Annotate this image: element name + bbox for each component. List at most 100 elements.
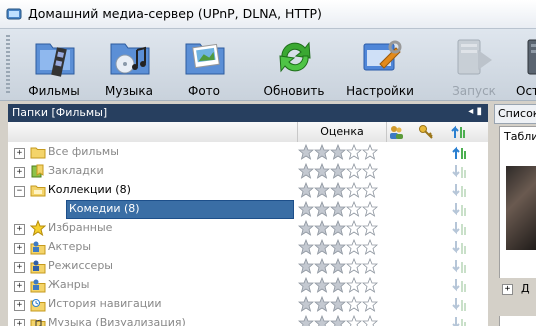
star-icon[interactable]: [330, 277, 346, 293]
sort-arrow-icon[interactable]: [452, 220, 466, 236]
star-icon[interactable]: [298, 201, 314, 217]
list-tab[interactable]: Список: [494, 104, 536, 124]
expand-icon[interactable]: +: [14, 224, 25, 235]
photo-button[interactable]: Фото: [166, 32, 242, 98]
rating-stars[interactable]: [298, 239, 378, 255]
sort-arrow-icon[interactable]: [452, 296, 466, 312]
star-icon[interactable]: [314, 144, 330, 160]
settings-button[interactable]: Настройки: [342, 32, 418, 98]
expand-icon[interactable]: +: [502, 284, 513, 295]
star-icon[interactable]: [346, 182, 362, 198]
toolbar-grip[interactable]: [6, 35, 10, 95]
sort-arrow-icon[interactable]: [452, 315, 466, 326]
tree-row[interactable]: Комедии (8): [8, 200, 488, 219]
star-icon[interactable]: [362, 258, 378, 274]
tree-row[interactable]: + Все фильмы: [8, 143, 488, 162]
sort-arrow-icon[interactable]: [452, 239, 466, 255]
star-icon[interactable]: [298, 277, 314, 293]
refresh-button[interactable]: Обновить: [256, 32, 332, 98]
star-icon[interactable]: [346, 163, 362, 179]
tree-row[interactable]: + Актеры: [8, 238, 488, 257]
star-icon[interactable]: [330, 296, 346, 312]
rating-stars[interactable]: [298, 296, 378, 312]
star-icon[interactable]: [362, 182, 378, 198]
tree-row[interactable]: − Коллекции (8): [8, 181, 488, 200]
sort-arrow-icon[interactable]: [452, 144, 466, 160]
tree-row[interactable]: + Закладки: [8, 162, 488, 181]
star-icon[interactable]: [330, 163, 346, 179]
expand-icon[interactable]: +: [14, 148, 25, 159]
star-icon[interactable]: [330, 220, 346, 236]
tree-row[interactable]: + Музыка (Визуализация): [8, 314, 488, 326]
key-column-icon[interactable]: [418, 124, 434, 140]
sort-column-icon[interactable]: [451, 124, 467, 140]
star-icon[interactable]: [346, 201, 362, 217]
star-icon[interactable]: [346, 239, 362, 255]
start-button[interactable]: Запуск: [436, 32, 512, 98]
tree-row-selection[interactable]: Комедии (8): [66, 200, 294, 219]
star-icon[interactable]: [298, 163, 314, 179]
movies-button[interactable]: Фильмы: [16, 32, 92, 98]
rating-stars[interactable]: [298, 163, 378, 179]
expand-icon[interactable]: +: [14, 300, 25, 311]
star-icon[interactable]: [298, 315, 314, 326]
tree-row[interactable]: + Жанры: [8, 276, 488, 295]
users-column-icon[interactable]: [388, 124, 404, 140]
star-icon[interactable]: [314, 163, 330, 179]
star-icon[interactable]: [362, 239, 378, 255]
star-icon[interactable]: [346, 258, 362, 274]
tree-row[interactable]: + Избранные: [8, 219, 488, 238]
expand-icon[interactable]: +: [14, 243, 25, 254]
tree-row[interactable]: + Режиссеры: [8, 257, 488, 276]
star-icon[interactable]: [362, 315, 378, 326]
star-icon[interactable]: [362, 296, 378, 312]
star-icon[interactable]: [314, 239, 330, 255]
star-icon[interactable]: [346, 144, 362, 160]
expand-icon[interactable]: +: [14, 262, 25, 273]
expand-icon[interactable]: +: [14, 319, 25, 326]
sort-arrow-icon[interactable]: [452, 182, 466, 198]
expand-icon[interactable]: +: [14, 167, 25, 178]
rating-stars[interactable]: [298, 201, 378, 217]
rating-stars[interactable]: [298, 182, 378, 198]
star-icon[interactable]: [298, 258, 314, 274]
star-icon[interactable]: [314, 296, 330, 312]
rating-stars[interactable]: [298, 258, 378, 274]
stop-button[interactable]: Ост: [506, 32, 536, 98]
sort-arrow-icon[interactable]: [452, 277, 466, 293]
star-icon[interactable]: [298, 296, 314, 312]
star-icon[interactable]: [362, 144, 378, 160]
star-icon[interactable]: [314, 201, 330, 217]
star-icon[interactable]: [314, 220, 330, 236]
star-icon[interactable]: [330, 239, 346, 255]
star-icon[interactable]: [298, 144, 314, 160]
star-icon[interactable]: [346, 315, 362, 326]
star-icon[interactable]: [314, 277, 330, 293]
star-icon[interactable]: [362, 163, 378, 179]
rating-stars[interactable]: [298, 220, 378, 236]
rating-column-header[interactable]: Оценка: [297, 122, 387, 142]
star-icon[interactable]: [330, 182, 346, 198]
star-icon[interactable]: [298, 239, 314, 255]
tree-row[interactable]: + История навигации: [8, 295, 488, 314]
star-icon[interactable]: [330, 258, 346, 274]
expand-icon[interactable]: +: [14, 281, 25, 292]
sort-arrow-icon[interactable]: [452, 163, 466, 179]
rating-stars[interactable]: [298, 277, 378, 293]
star-icon[interactable]: [346, 296, 362, 312]
star-icon[interactable]: [298, 182, 314, 198]
star-icon[interactable]: [346, 277, 362, 293]
sort-arrow-icon[interactable]: [452, 258, 466, 274]
rating-stars[interactable]: [298, 144, 378, 160]
star-icon[interactable]: [362, 220, 378, 236]
star-icon[interactable]: [346, 220, 362, 236]
star-icon[interactable]: [330, 201, 346, 217]
star-icon[interactable]: [330, 315, 346, 326]
star-icon[interactable]: [298, 220, 314, 236]
star-icon[interactable]: [314, 315, 330, 326]
rating-stars[interactable]: [298, 315, 378, 326]
star-icon[interactable]: [362, 201, 378, 217]
sort-arrow-icon[interactable]: [452, 201, 466, 217]
star-icon[interactable]: [330, 144, 346, 160]
panel-pin-icon[interactable]: ◂ ▮: [468, 106, 482, 117]
